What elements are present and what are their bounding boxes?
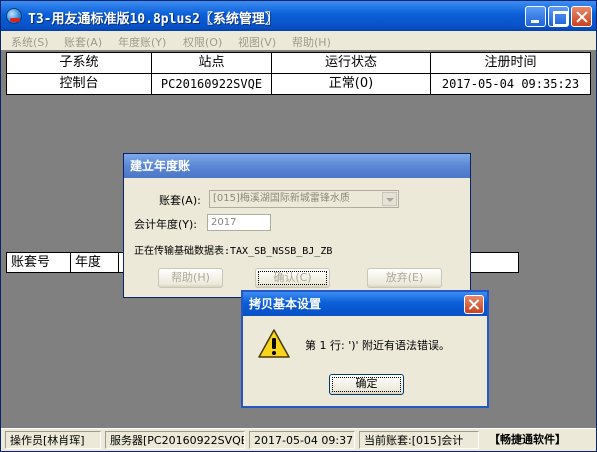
menu-permission[interactable]: 权限(O): [183, 34, 222, 50]
table-cell[interactable]: 2017-05-04 09:35:23: [431, 74, 590, 95]
subsystem-table: 子系统 站点 运行状态 注册时间 控制台 PC20160922SVQE 正常(0…: [6, 52, 591, 95]
menu-year-account[interactable]: 年度账(Y): [118, 34, 166, 50]
error-dialog: 拷贝基本设置 第 1 行: ')' 附近有语法错误。 确定: [241, 290, 489, 408]
status-server: 服务器[PC20160922SVQE]: [105, 431, 245, 449]
header-account-no[interactable]: 账套号: [7, 253, 71, 272]
menu-account[interactable]: 账套(A): [64, 34, 102, 50]
app-icon: [6, 8, 22, 24]
menu-view[interactable]: 视图(V): [238, 34, 276, 50]
minimize-button[interactable]: [525, 6, 546, 27]
create-year-account-dialog: 建立年度账 账套(A): [015]梅溪湖国际新城雷锋水质 会计年度(Y): 2…: [123, 153, 471, 298]
status-current-account: 当前账套:[015]会计: [359, 431, 479, 449]
menu-help[interactable]: 帮助(H): [292, 34, 331, 50]
header-run-status[interactable]: 运行状态: [272, 53, 431, 74]
header-site[interactable]: 站点: [152, 53, 272, 74]
status-brand: 【畅捷通软件】: [489, 433, 566, 446]
account-select-value: [015]梅溪湖国际新城雷锋水质: [213, 193, 350, 204]
status-bar: 操作员[林肖珲] 服务器[PC20160922SVQE] 2017-05-04 …: [1, 428, 596, 451]
chevron-down-icon[interactable]: [382, 192, 397, 206]
menu-bar: 系统(S) 账套(A) 年度账(Y) 权限(O) 视图(V) 帮助(H): [1, 31, 596, 50]
table-cell[interactable]: 控制台: [7, 74, 152, 95]
title-bar[interactable]: T3-用友通标准版10.8plus2〖系统管理〗: [1, 1, 596, 31]
year-label: 会计年度(Y):: [134, 218, 198, 231]
dialog-title[interactable]: 拷贝基本设置: [243, 292, 487, 316]
abandon-button[interactable]: 放弃(E): [367, 268, 442, 288]
window-title: T3-用友通标准版10.8plus2〖系统管理〗: [28, 12, 278, 27]
status-operator: 操作员[林肖珲]: [5, 431, 101, 449]
account-label: 账套(A):: [159, 194, 201, 207]
table-cell[interactable]: 正常(0): [272, 74, 431, 95]
menu-system[interactable]: 系统(S): [11, 34, 49, 50]
close-button[interactable]: [571, 6, 592, 27]
status-datetime: 2017-05-04 09:37: [249, 431, 355, 449]
error-message: 第 1 行: ')' 附近有语法错误。: [305, 339, 451, 352]
maximize-button[interactable]: [548, 6, 569, 27]
transfer-status-text: 正在传输基础数据表:TAX_SB_NSSB_BJ_ZB: [134, 246, 333, 257]
table-cell[interactable]: PC20160922SVQE: [152, 74, 272, 95]
header-year[interactable]: 年度: [71, 253, 119, 272]
header-register-time[interactable]: 注册时间: [431, 53, 590, 74]
close-icon[interactable]: [464, 295, 484, 314]
header-subsystem[interactable]: 子系统: [7, 53, 152, 74]
help-button[interactable]: 帮助(H): [158, 268, 223, 288]
year-input[interactable]: 2017: [207, 214, 271, 231]
dialog-title[interactable]: 建立年度账: [124, 154, 470, 178]
account-select[interactable]: [015]梅溪湖国际新城雷锋水质: [209, 190, 399, 208]
ok-button[interactable]: 确定: [329, 374, 404, 395]
confirm-button[interactable]: 确认(C): [255, 268, 330, 288]
